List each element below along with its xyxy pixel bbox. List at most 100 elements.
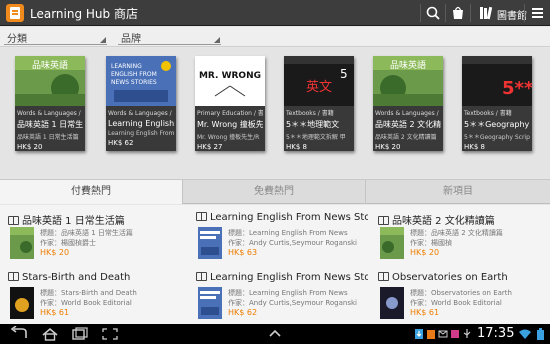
home-icon[interactable] bbox=[40, 326, 60, 342]
card-title: Mr. Wrong 撞板先生 bbox=[197, 120, 263, 129]
featured-book-card[interactable]: LEARNING ENGLISH FROM NEWS STORIES Words… bbox=[106, 56, 176, 151]
item-title: Stars-Birth and Death bbox=[22, 272, 131, 283]
section-tabs: 付費熱門 免費熱門 新項目 bbox=[0, 179, 550, 204]
brand-filter-dropdown[interactable]: 品牌 bbox=[118, 29, 221, 45]
card-category: Words & Languages / 書籍 bbox=[375, 110, 441, 117]
notification-download-icon bbox=[415, 329, 423, 339]
featured-book-card[interactable]: 英文 5 Textbooks / 書籍 5＊＊地理範文 5＊＊地理範文拆解 甲 … bbox=[284, 56, 354, 151]
search-icon bbox=[426, 6, 440, 20]
card-subtitle: 品味英語 1 日常生活篇 bbox=[17, 134, 79, 141]
item-title-line: 標題：品味英語 2 文化精讀篇 bbox=[410, 229, 503, 237]
featured-book-card[interactable]: MR. WRONG Primary Education / 書籍 Mr. Wro… bbox=[195, 56, 265, 151]
card-subtitle: 5＊＊Geography Script bbox=[464, 134, 530, 141]
item-title: Observatories on Earth bbox=[392, 272, 508, 283]
chevron-up-icon[interactable] bbox=[266, 327, 284, 341]
item-title: Learning English From News Storie... bbox=[210, 272, 368, 283]
notification-mail-icon bbox=[438, 330, 448, 338]
list-item[interactable]: 品味英語 2 文化精讀篇 標題：品味英語 2 文化精讀篇 作家：楊國楨 HK$ … bbox=[370, 205, 550, 265]
filter-bar: 分類 品牌 bbox=[0, 27, 550, 47]
library-label: 圖書館 bbox=[497, 11, 527, 22]
cart-button[interactable] bbox=[446, 0, 470, 26]
item-thumbnail bbox=[198, 287, 222, 319]
featured-book-card[interactable]: 品味英語 Words & Languages / 書籍 品味英語 2 文化精 品… bbox=[373, 56, 443, 151]
shopping-bag-icon bbox=[453, 6, 463, 19]
item-heading: 品味英語 2 文化精讀篇 bbox=[378, 212, 550, 227]
list-item[interactable]: Observatories on Earth 標題：Observatories … bbox=[370, 265, 550, 324]
item-price: HK$ 20 bbox=[40, 248, 70, 257]
list-item[interactable]: Learning English From News Storie... 標題：… bbox=[188, 205, 371, 265]
book-cover: 品味英語 bbox=[373, 56, 443, 106]
library-books-icon bbox=[480, 6, 493, 20]
overflow-menu-button[interactable] bbox=[525, 0, 550, 26]
card-category: Textbooks / 書籍 bbox=[464, 110, 512, 117]
book-icon bbox=[8, 272, 19, 281]
svg-text:5: 5 bbox=[340, 67, 348, 81]
card-subtitle: 5＊＊地理範文拆解 甲 bbox=[286, 134, 346, 141]
svg-text:ENGLISH FROM: ENGLISH FROM bbox=[111, 71, 157, 78]
card-price: HK$ 8 bbox=[464, 143, 485, 151]
brand-filter-label: 品牌 bbox=[121, 34, 141, 45]
card-price: HK$ 8 bbox=[286, 143, 307, 151]
learning-hub-app-icon[interactable] bbox=[6, 4, 24, 22]
dropdown-corner-icon bbox=[214, 37, 220, 43]
item-title-line: 標題：Observatories on Earth bbox=[410, 289, 512, 297]
card-price: HK$ 20 bbox=[375, 143, 401, 151]
list-item[interactable]: 品味英語 1 日常生活篇 標題：品味英語 1 日常生活篇 作家：楊國楨爵士 HK… bbox=[0, 205, 183, 265]
list-item[interactable]: Stars-Birth and Death 標題：Stars-Birth and… bbox=[0, 265, 183, 324]
card-info: Words & Languages / 書籍 品味英語 2 文化精 品味英語 2… bbox=[373, 106, 443, 151]
dropdown-corner-icon bbox=[100, 37, 106, 43]
tab-free-popular[interactable]: 免費熱門 bbox=[183, 180, 366, 204]
category-filter-dropdown[interactable]: 分類 bbox=[4, 29, 107, 45]
back-icon[interactable] bbox=[8, 326, 30, 342]
item-title: Learning English From News Storie... bbox=[210, 212, 368, 223]
item-price: HK$ 61 bbox=[40, 308, 70, 317]
book-icon bbox=[378, 272, 389, 281]
system-navigation-bar: 17:35 bbox=[0, 324, 550, 344]
card-category: Words & Languages / 書籍 bbox=[17, 110, 83, 117]
card-category: Textbooks / 書籍 bbox=[286, 110, 334, 117]
book-cover: MR. WRONG bbox=[195, 56, 265, 106]
book-cover: LEARNING ENGLISH FROM NEWS STORIES bbox=[106, 56, 176, 106]
featured-book-card[interactable]: 5** Textbooks / 書籍 5＊＊Geography S 5＊＊Geo… bbox=[462, 56, 532, 151]
item-heading: Observatories on Earth bbox=[378, 272, 550, 283]
item-author-line: 作家：World Book Editorial bbox=[410, 299, 502, 307]
tab-new-items[interactable]: 新項目 bbox=[366, 180, 550, 204]
item-heading: 品味英語 1 日常生活篇 bbox=[8, 212, 180, 227]
item-price: HK$ 20 bbox=[410, 248, 440, 257]
item-heading: Learning English From News Storie... bbox=[196, 212, 368, 223]
notification-app-icon bbox=[451, 330, 459, 338]
item-thumbnail bbox=[380, 227, 404, 259]
item-thumbnail bbox=[380, 287, 404, 319]
item-title: 品味英語 2 文化精讀篇 bbox=[392, 216, 495, 227]
category-filter-label: 分類 bbox=[7, 34, 27, 45]
item-title: 品味英語 1 日常生活篇 bbox=[22, 216, 125, 227]
item-thumbnail bbox=[10, 287, 34, 319]
card-info: Primary Education / 書籍 Mr. Wrong 撞板先生 Mr… bbox=[195, 106, 265, 151]
featured-carousel[interactable]: 品味英語 Words & Languages / 書籍 品味英語 1 日常生活篇… bbox=[0, 48, 550, 184]
svg-text:品味英語: 品味英語 bbox=[32, 59, 68, 71]
book-icon bbox=[196, 272, 207, 281]
menu-icon bbox=[532, 8, 543, 18]
book-icon bbox=[378, 216, 389, 225]
item-author-line: 作家：Andy Curtis,Seymour Roganski bbox=[228, 239, 357, 247]
battery-icon bbox=[537, 328, 544, 340]
notification-store-icon bbox=[427, 330, 435, 339]
card-info: Words & Languages / 書籍 Learning English … bbox=[106, 106, 176, 151]
card-price: HK$ 27 bbox=[197, 143, 223, 151]
search-button[interactable] bbox=[421, 0, 445, 26]
card-price: HK$ 20 bbox=[17, 143, 43, 151]
card-subtitle: Learning English From bbox=[108, 130, 174, 137]
list-item[interactable]: Learning English From News Storie... 標題：… bbox=[188, 265, 371, 324]
screenshot-icon[interactable] bbox=[100, 326, 120, 342]
featured-book-card[interactable]: 品味英語 Words & Languages / 書籍 品味英語 1 日常生活篇… bbox=[15, 56, 85, 151]
svg-text:NEWS STORIES: NEWS STORIES bbox=[111, 79, 157, 86]
recent-apps-icon[interactable] bbox=[70, 326, 90, 342]
tab-paid-popular[interactable]: 付費熱門 bbox=[0, 180, 183, 204]
item-title-line: 標題：Learning English From News bbox=[228, 229, 348, 237]
card-info: Textbooks / 書籍 5＊＊Geography S 5＊＊Geograp… bbox=[462, 106, 532, 151]
item-author-line: 作家：楊國楨爵士 bbox=[40, 239, 96, 247]
svg-text:MR. WRONG: MR. WRONG bbox=[199, 71, 261, 81]
card-category: Primary Education / 書籍 bbox=[197, 110, 263, 117]
item-author-line: 作家：Andy Curtis,Seymour Roganski bbox=[228, 299, 357, 307]
book-cover: 品味英語 bbox=[15, 56, 85, 106]
